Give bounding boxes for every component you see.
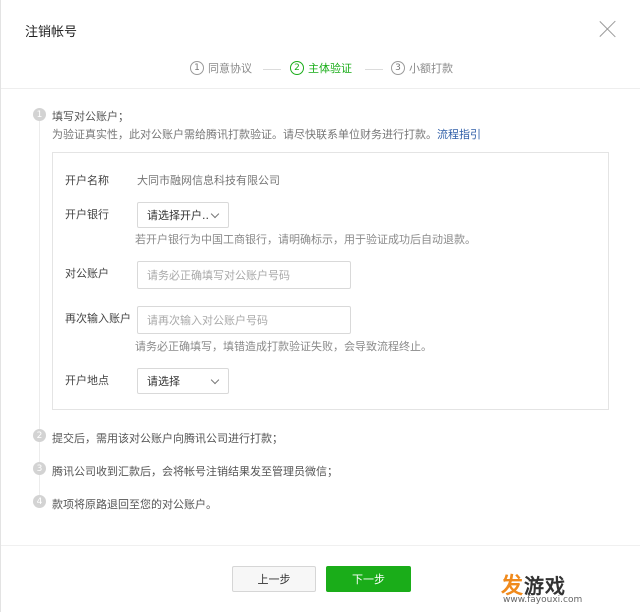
desc-text: 为验证真实性，此对公账户需给腾讯打款验证。请尽快联系单位财务进行打款。: [52, 128, 437, 141]
timeline-line: [39, 118, 40, 500]
account-confirm-label: 再次输入账户: [65, 312, 131, 325]
timeline-step-desc: 为验证真实性，此对公账户需给腾讯打款验证。请尽快联系单位财务进行打款。流程指引: [52, 126, 481, 142]
step-number: 2: [290, 61, 304, 75]
step-label: 小额打款: [409, 62, 453, 75]
account-cancel-dialog: 注销帐号 1 同意协议 2 主体验证 3 小额打款 1 填写对公账户； 为验证真…: [0, 0, 640, 612]
watermark-url: www.fayouxi.com: [503, 595, 583, 605]
step-payment: 3 小额打款: [391, 60, 453, 76]
stepper: 1 同意协议 2 主体验证 3 小额打款: [1, 60, 640, 80]
location-label: 开户地点: [65, 374, 109, 387]
account-confirm-input[interactable]: [137, 306, 351, 334]
prev-button[interactable]: 上一步: [232, 566, 316, 592]
step-number: 3: [391, 61, 405, 75]
step-connector: [263, 69, 281, 70]
location-select[interactable]: 请选择: [137, 368, 229, 394]
header-divider: [1, 88, 640, 89]
bank-select-value: 请选择开户..: [147, 209, 209, 222]
account-name-label: 开户名称: [65, 174, 109, 187]
step-agree: 1 同意协议: [190, 60, 252, 76]
location-select-value: 请选择: [147, 375, 180, 388]
next-button[interactable]: 下一步: [326, 566, 411, 592]
step-verify: 2 主体验证: [290, 60, 352, 76]
bank-label: 开户银行: [65, 208, 109, 221]
step-connector: [365, 69, 383, 70]
account-label: 对公账户: [65, 267, 109, 280]
timeline-dot: 3: [33, 462, 46, 475]
account-confirm-hint: 请务必正确填写，填错造成打款验证失败，会导致流程终止。: [135, 340, 432, 353]
bank-hint: 若开户银行为中国工商银行，请明确标示，用于验证成功后自动退款。: [135, 233, 476, 246]
timeline-step-title: 款项将原路退回至您的对公账户。: [52, 498, 217, 511]
step-label: 主体验证: [308, 62, 352, 75]
timeline-step-title: 腾讯公司收到汇款后，会将帐号注销结果发至管理员微信；: [52, 465, 338, 478]
timeline-dot: 1: [33, 108, 46, 121]
footer-divider: [1, 545, 640, 546]
timeline-dot: 4: [33, 495, 46, 508]
timeline-step-title: 填写对公账户；: [52, 110, 129, 123]
process-guide-link[interactable]: 流程指引: [437, 128, 481, 141]
timeline-dot: 2: [33, 429, 46, 442]
chevron-down-icon: [210, 375, 220, 385]
dialog-title: 注销帐号: [25, 25, 78, 40]
account-input[interactable]: [137, 261, 351, 289]
timeline-step-title: 提交后，需用该对公账户向腾讯公司进行打款；: [52, 432, 283, 445]
chevron-down-icon: [210, 209, 220, 219]
step-label: 同意协议: [208, 62, 252, 75]
bank-select[interactable]: 请选择开户..: [137, 202, 229, 228]
account-name-value: 大同市融网信息科技有限公司: [137, 174, 280, 187]
step-number: 1: [190, 61, 204, 75]
site-watermark: 发游戏 www.fayouxi.com: [501, 568, 640, 612]
close-icon[interactable]: [599, 20, 617, 38]
